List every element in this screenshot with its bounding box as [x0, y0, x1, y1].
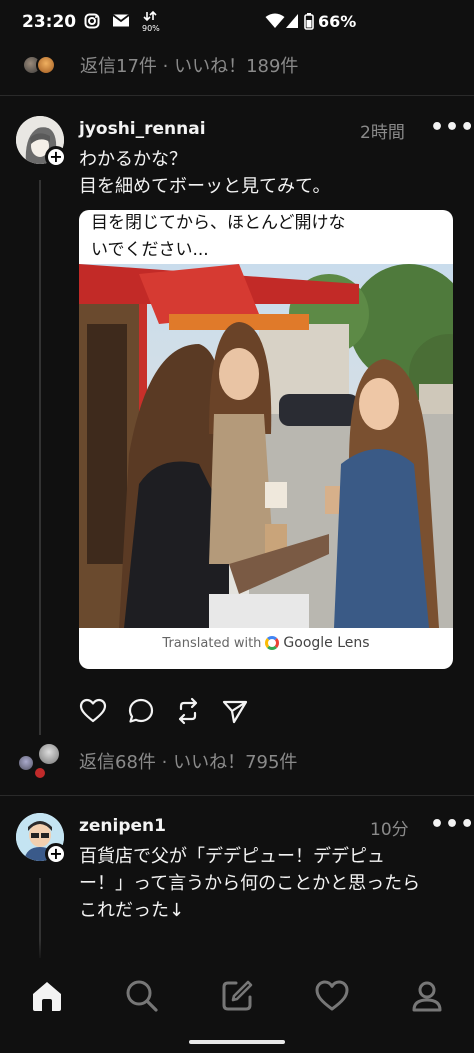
translated-with-google-lens[interactable]: Translated with Google Lens [79, 635, 453, 651]
repost-icon[interactable] [174, 697, 202, 725]
clock: 23:20 [22, 12, 77, 32]
status-bar: 23:20 90% 66% [0, 0, 474, 44]
data-badge: 90% [142, 24, 160, 33]
post-body-line: 百貨店で父が「デデピュー！デデピュ [79, 846, 385, 867]
username[interactable]: jyoshi_rennai [79, 119, 206, 139]
battery-icon [304, 13, 314, 30]
post-body-line: 目を細めてボーッと見てみて。 [79, 176, 331, 197]
post-body-line: これだった↓ [79, 900, 185, 921]
post-time: 10分 [370, 820, 409, 840]
share-send-icon[interactable] [221, 697, 249, 725]
more-options-button[interactable]: ••• [430, 115, 474, 140]
image-caption-line: 目を閉じてから、ほとんど開けな [91, 213, 346, 233]
post-image-card[interactable]: 目を閉じてから、ほとんど開けな いでください... Translated wit… [79, 210, 453, 669]
google-lens-label: Google Lens [283, 635, 370, 651]
search-icon[interactable] [124, 978, 160, 1014]
reply-summary-previous[interactable]: 返信17件 · いいね！189件 [0, 44, 474, 96]
compose-icon[interactable] [219, 978, 255, 1014]
comment-icon[interactable] [127, 697, 155, 725]
mail-icon [112, 14, 130, 27]
divider [0, 795, 474, 796]
post-time: 2時間 [360, 123, 405, 143]
google-lens-icon [265, 636, 280, 650]
scroll-fade [0, 940, 474, 962]
post-photo[interactable] [79, 264, 453, 628]
replier-avatar [36, 55, 56, 75]
image-caption-line: いでください... [91, 240, 209, 260]
image-caption: 目を閉じてから、ほとんど開けな いでください... [91, 210, 441, 264]
replier-avatar [33, 766, 47, 780]
post-body-line: わかるかな？ [79, 149, 187, 170]
profile-icon[interactable] [409, 978, 445, 1014]
activity-heart-icon[interactable] [314, 978, 350, 1014]
reply-like-count[interactable]: 返信68件 · いいね！795件 [79, 748, 297, 774]
battery-percent: 66% [318, 12, 357, 31]
post-body-line: ー！」って言うから何のことかと思ったら [79, 873, 421, 894]
post-body: 百貨店で父が「デデピュー！デデピュ ー！」って言うから何のことかと思ったら これ… [79, 843, 420, 924]
home-icon[interactable] [29, 978, 65, 1014]
username[interactable]: zenipen1 [79, 816, 166, 836]
translated-prefix: Translated with [162, 636, 262, 651]
more-options-button[interactable]: ••• [430, 812, 474, 837]
home-indicator[interactable] [189, 1040, 285, 1044]
signal-icon [286, 14, 298, 28]
wifi-icon [265, 13, 285, 28]
replier-avatar [17, 754, 35, 772]
replier-avatar [37, 742, 61, 766]
instagram-icon [84, 13, 100, 29]
reply-like-count[interactable]: 返信17件 · いいね！189件 [80, 52, 298, 78]
like-heart-icon[interactable] [79, 697, 107, 725]
follow-plus-button[interactable]: + [45, 146, 67, 168]
thread-line [39, 180, 41, 735]
follow-plus-button[interactable]: + [45, 843, 67, 865]
post-body: わかるかな？ 目を細めてボーッと見てみて。 [79, 146, 330, 200]
